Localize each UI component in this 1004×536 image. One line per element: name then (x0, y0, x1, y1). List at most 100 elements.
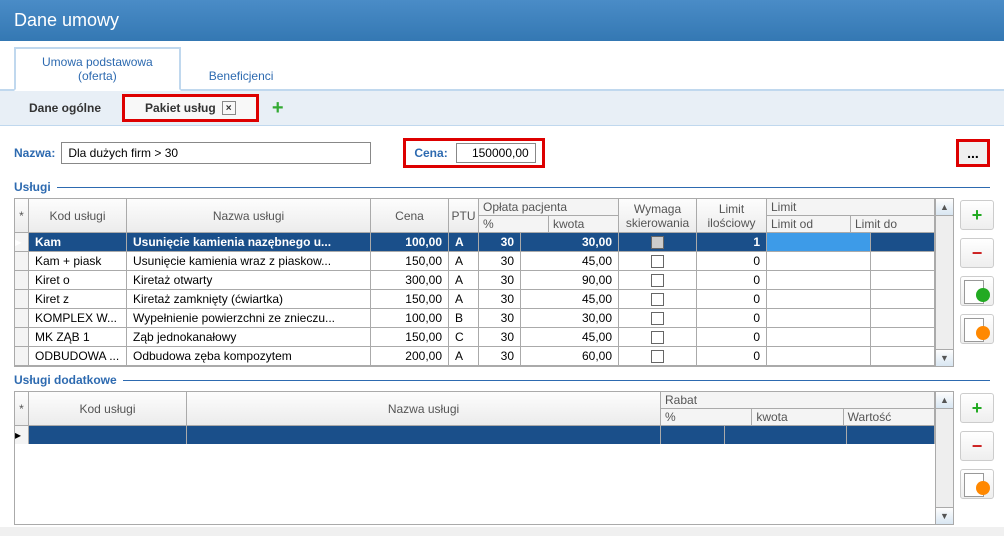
cell-limitdo[interactable] (871, 309, 935, 327)
table-row[interactable]: ODBUDOWA ...Odbudowa zęba kompozytem200,… (15, 347, 935, 366)
table-row[interactable]: Kiret zKiretaż zamknięty (ćwiartka)150,0… (15, 290, 935, 309)
col-nazwa[interactable]: Nazwa usługi (187, 392, 661, 425)
cell-pct[interactable]: 30 (479, 290, 521, 308)
col-pct[interactable]: % (479, 216, 549, 232)
cell-limitdo[interactable] (871, 271, 935, 289)
cell-ptu[interactable]: B (449, 309, 479, 327)
export-button[interactable] (960, 469, 994, 499)
cell-kod[interactable]: KOMPLEX W... (29, 309, 127, 327)
cell-pct[interactable]: 30 (479, 252, 521, 270)
cell-ptu[interactable]: A (449, 233, 479, 251)
cell-pct[interactable]: 30 (479, 271, 521, 289)
cell-ilosc[interactable]: 0 (697, 271, 767, 289)
cell-kwota[interactable]: 90,00 (521, 271, 619, 289)
cell-limitdo[interactable] (871, 252, 935, 270)
cell-nazwa[interactable]: Kiretaż zamknięty (ćwiartka) (127, 290, 371, 308)
cell-kod[interactable]: Kam + piask (29, 252, 127, 270)
cell-kod[interactable]: ODBUDOWA ... (29, 347, 127, 365)
cell-nazwa[interactable]: Ząb jednokanałowy (127, 328, 371, 346)
cell-limitdo[interactable] (871, 328, 935, 346)
scroll-down-icon[interactable]: ▼ (936, 349, 953, 366)
cell-nazwa[interactable]: Kiretaż otwarty (127, 271, 371, 289)
cell-cena[interactable]: 150,00 (371, 328, 449, 346)
cell-limitod[interactable] (767, 252, 871, 270)
cell-limitdo[interactable] (871, 290, 935, 308)
col-nazwa[interactable]: Nazwa usługi (127, 199, 371, 232)
tab-pakiet-uslug[interactable]: Pakiet usług × (122, 94, 259, 122)
checkbox-icon[interactable] (651, 255, 664, 268)
cell-limitod[interactable] (767, 233, 871, 251)
cell-pct[interactable]: 30 (479, 347, 521, 365)
checkbox-icon[interactable] (651, 331, 664, 344)
cell-cena[interactable]: 200,00 (371, 347, 449, 365)
cell-ptu[interactable]: A (449, 290, 479, 308)
import-button[interactable] (960, 276, 994, 306)
cell-wymaga[interactable] (619, 309, 697, 327)
cell-wymaga[interactable] (619, 347, 697, 365)
cell-kwota[interactable]: 30,00 (521, 233, 619, 251)
add-row-button[interactable]: + (960, 393, 994, 423)
tab-beneficjenci[interactable]: Beneficjenci (181, 61, 302, 89)
cell-nazwa[interactable] (187, 426, 661, 444)
cell-limitod[interactable] (767, 290, 871, 308)
tab-dane-ogolne[interactable]: Dane ogólne (8, 96, 122, 120)
table-row[interactable]: MK ZĄB 1Ząb jednokanałowy150,00C3045,000 (15, 328, 935, 347)
table-row[interactable]: Kam + piaskUsunięcie kamienia wraz z pia… (15, 252, 935, 271)
remove-row-button[interactable]: − (960, 238, 994, 268)
table-row[interactable]: KOMPLEX W...Wypełnienie powierzchni ze z… (15, 309, 935, 328)
cell-pct[interactable] (661, 426, 725, 444)
scroll-track[interactable] (936, 409, 953, 507)
col-kwota[interactable]: kwota (752, 409, 843, 425)
col-rabat[interactable]: Rabat % kwota Wartość (661, 392, 935, 425)
export-button[interactable] (960, 314, 994, 344)
checkbox-icon[interactable] (651, 350, 664, 363)
cell-wartosc[interactable] (847, 426, 935, 444)
cell-kwota[interactable]: 45,00 (521, 252, 619, 270)
col-kwota[interactable]: kwota (549, 216, 618, 232)
cell-cena[interactable]: 100,00 (371, 233, 449, 251)
cell-ilosc[interactable]: 0 (697, 290, 767, 308)
cena-input[interactable] (456, 143, 536, 163)
col-pct[interactable]: % (661, 409, 752, 425)
col-wymaga[interactable]: Wymaga skierowania (619, 199, 697, 232)
cell-limitod[interactable] (767, 271, 871, 289)
cell-wymaga[interactable] (619, 290, 697, 308)
scroll-up-icon[interactable]: ▲ (936, 392, 953, 409)
cell-nazwa[interactable]: Usunięcie kamienia nazębnego u... (127, 233, 371, 251)
cell-kod[interactable]: Kam (29, 233, 127, 251)
cell-ptu[interactable]: C (449, 328, 479, 346)
col-ptu[interactable]: PTU (449, 199, 479, 232)
cell-kwota[interactable]: 60,00 (521, 347, 619, 365)
col-limitod[interactable]: Limit od (767, 216, 851, 232)
cell-pct[interactable]: 30 (479, 328, 521, 346)
checkbox-icon[interactable] (651, 312, 664, 325)
scrollbar[interactable]: ▲ ▼ (936, 391, 954, 525)
cell-ilosc[interactable]: 0 (697, 252, 767, 270)
cell-limitdo[interactable] (871, 233, 935, 251)
checkbox-icon[interactable] (651, 274, 664, 287)
col-marker[interactable]: * (15, 199, 29, 232)
cell-kwota[interactable]: 45,00 (521, 328, 619, 346)
ellipsis-button[interactable]: ... (956, 139, 990, 167)
table-row[interactable]: ▸ (15, 426, 935, 444)
cell-ilosc[interactable]: 0 (697, 347, 767, 365)
tab-umowa-podstawowa[interactable]: Umowa podstawowa (oferta) (14, 47, 181, 91)
cell-wymaga[interactable] (619, 252, 697, 270)
add-row-button[interactable]: + (960, 200, 994, 230)
cell-wymaga[interactable] (619, 271, 697, 289)
scroll-up-icon[interactable]: ▲ (936, 199, 953, 216)
cell-ptu[interactable]: A (449, 347, 479, 365)
cell-limitod[interactable] (767, 328, 871, 346)
cell-kod[interactable] (29, 426, 187, 444)
cell-ilosc[interactable]: 0 (697, 309, 767, 327)
table-row[interactable]: Kiret oKiretaż otwarty300,00A3090,000 (15, 271, 935, 290)
uslugi-grid[interactable]: * Kod usługi Nazwa usługi Cena PTU Opłat… (14, 198, 936, 367)
cell-ilosc[interactable]: 0 (697, 328, 767, 346)
cell-kod[interactable]: Kiret o (29, 271, 127, 289)
col-cena[interactable]: Cena (371, 199, 449, 232)
cell-cena[interactable]: 150,00 (371, 290, 449, 308)
cell-cena[interactable]: 150,00 (371, 252, 449, 270)
scrollbar[interactable]: ▲ ▼ (936, 198, 954, 367)
remove-row-button[interactable]: − (960, 431, 994, 461)
cell-nazwa[interactable]: Wypełnienie powierzchni ze znieczu... (127, 309, 371, 327)
